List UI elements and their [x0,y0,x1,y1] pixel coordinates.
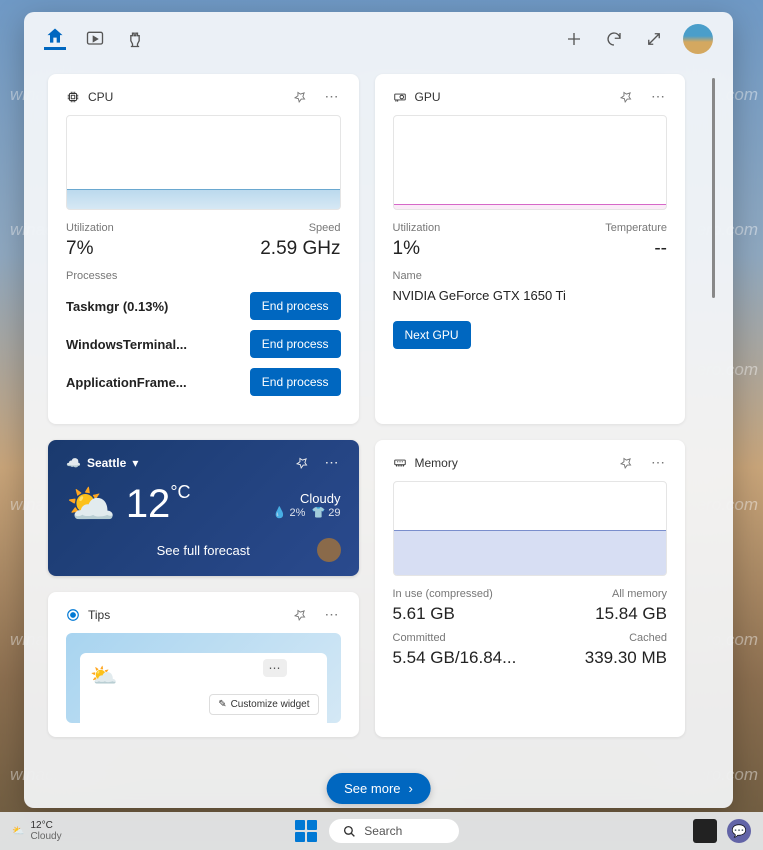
cpu-widget: CPU ⋯ Utilization Speed 7% 2.59 GHz Proc… [48,74,359,424]
end-process-button[interactable]: End process [250,330,341,358]
taskbar-weather[interactable]: ⛅ 12°C Cloudy [12,820,62,842]
weather-widget[interactable]: ☁️ Seattle ▾ ⋯ ⛅ 12°C Cloudy 💧 2% 👕 29 [48,440,359,576]
chevron-right-icon: › [409,781,413,796]
processes-label: Processes [66,270,341,282]
cpu-util-value: 7% [66,238,93,260]
pin-icon[interactable] [619,90,633,104]
home-icon[interactable] [44,28,66,50]
mem-cached-value: 339.30 MB [585,648,667,668]
mem-inuse-label: In use (compressed) [393,588,493,600]
gpu-temp-value: -- [654,238,667,260]
customize-label: Customize widget [231,699,310,710]
weather-feels: 29 [328,507,340,519]
moon-icon [317,538,341,562]
tips-title: Tips [88,608,110,622]
end-process-button[interactable]: End process [250,368,341,396]
play-icon[interactable] [84,28,106,50]
process-name: ApplicationFrame... [66,375,187,390]
taskbar-temp: 12°C [30,820,61,831]
more-icon[interactable]: ⋯ [651,88,667,105]
sun-cloud-icon: ⛅ [90,663,117,688]
mem-committed-value: 5.54 GB/16.84... [393,648,517,668]
pin-icon[interactable] [619,456,633,470]
start-button[interactable] [295,820,317,842]
search-icon [343,825,356,838]
cpu-title: CPU [88,90,113,104]
widgets-panel: CPU ⋯ Utilization Speed 7% 2.59 GHz Proc… [24,12,733,808]
mem-all-label: All memory [612,588,667,600]
customize-widget-button[interactable]: ✎ Customize widget [209,694,318,715]
mem-cached-label: Cached [629,632,667,644]
memory-title: Memory [415,456,458,470]
see-more-button[interactable]: See more › [326,773,431,804]
next-gpu-button[interactable]: Next GPU [393,321,471,349]
taskbar-chat-icon[interactable]: 💬 [727,819,751,843]
taskbar-search[interactable]: Search [329,819,459,843]
tips-illustration: ⛅ ⋯ ✎ Customize widget [66,633,341,723]
pin-icon[interactable] [293,90,307,104]
gpu-util-value: 1% [393,238,420,260]
mem-committed-label: Committed [393,632,446,644]
forecast-link[interactable]: See full forecast [157,543,250,558]
cpu-util-label: Utilization [66,222,114,234]
see-more-label: See more [344,781,400,796]
gpu-widget: GPU ⋯ Utilization Temperature 1% -- Name… [375,74,686,424]
memory-chart [393,481,668,576]
cards-container: CPU ⋯ Utilization Speed 7% 2.59 GHz Proc… [24,62,733,808]
gpu-name-label: Name [393,270,668,282]
chess-icon[interactable] [124,28,146,50]
gpu-title: GPU [415,90,441,104]
weather-condition: Cloudy [273,491,341,506]
refresh-icon[interactable] [603,28,625,50]
panel-header [24,12,733,62]
memory-icon [393,456,407,470]
cpu-chart [66,115,341,210]
pencil-icon: ✎ [218,699,226,710]
weather-humidity: 2% [289,507,305,519]
weather-condition-icon: ⛅ [66,481,116,528]
pin-icon[interactable] [293,608,307,622]
taskbar-cond: Cloudy [30,831,61,842]
expand-icon[interactable] [643,28,665,50]
mem-all-value: 15.84 GB [595,604,667,624]
gpu-temp-label: Temperature [605,222,667,234]
end-process-button[interactable]: End process [250,292,341,320]
add-widget-icon[interactable] [563,28,585,50]
process-row: ApplicationFrame... End process [66,368,341,396]
taskbar-app-icon[interactable] [693,819,717,843]
weather-icon: ⛅ [12,826,24,837]
search-placeholder: Search [364,824,402,838]
ellipsis-icon: ⋯ [263,659,287,677]
weather-temp: 12 [126,482,171,526]
memory-widget: Memory ⋯ In use (compressed) All memory … [375,440,686,737]
scrollbar[interactable] [712,78,715,298]
gpu-icon [393,90,407,104]
process-row: Taskmgr (0.13%) End process [66,292,341,320]
tips-icon [66,608,80,622]
more-icon[interactable]: ⋯ [651,454,667,471]
gpu-name-value: NVIDIA GeForce GTX 1650 Ti [393,288,668,303]
cpu-icon [66,90,80,104]
mem-inuse-value: 5.61 GB [393,604,455,624]
cpu-speed-label: Speed [309,222,341,234]
weather-city: Seattle [87,456,126,470]
process-name: WindowsTerminal... [66,337,187,352]
pin-icon[interactable] [295,456,309,470]
more-icon[interactable]: ⋯ [325,454,341,471]
user-avatar[interactable] [683,24,713,54]
gpu-chart [393,115,668,210]
process-name: Taskmgr (0.13%) [66,299,168,314]
weather-unit: °C [170,482,190,502]
gpu-util-label: Utilization [393,222,441,234]
cpu-speed-value: 2.59 GHz [260,238,340,260]
tips-widget: Tips ⋯ ⛅ ⋯ ✎ Customize widget [48,592,359,737]
chevron-down-icon[interactable]: ▾ [132,456,138,470]
taskbar: ⛅ 12°C Cloudy Search 💬 [0,812,763,850]
more-icon[interactable]: ⋯ [325,88,341,105]
process-row: WindowsTerminal... End process [66,330,341,358]
more-icon[interactable]: ⋯ [325,606,341,623]
weather-cloud-icon: ☁️ [66,456,81,470]
